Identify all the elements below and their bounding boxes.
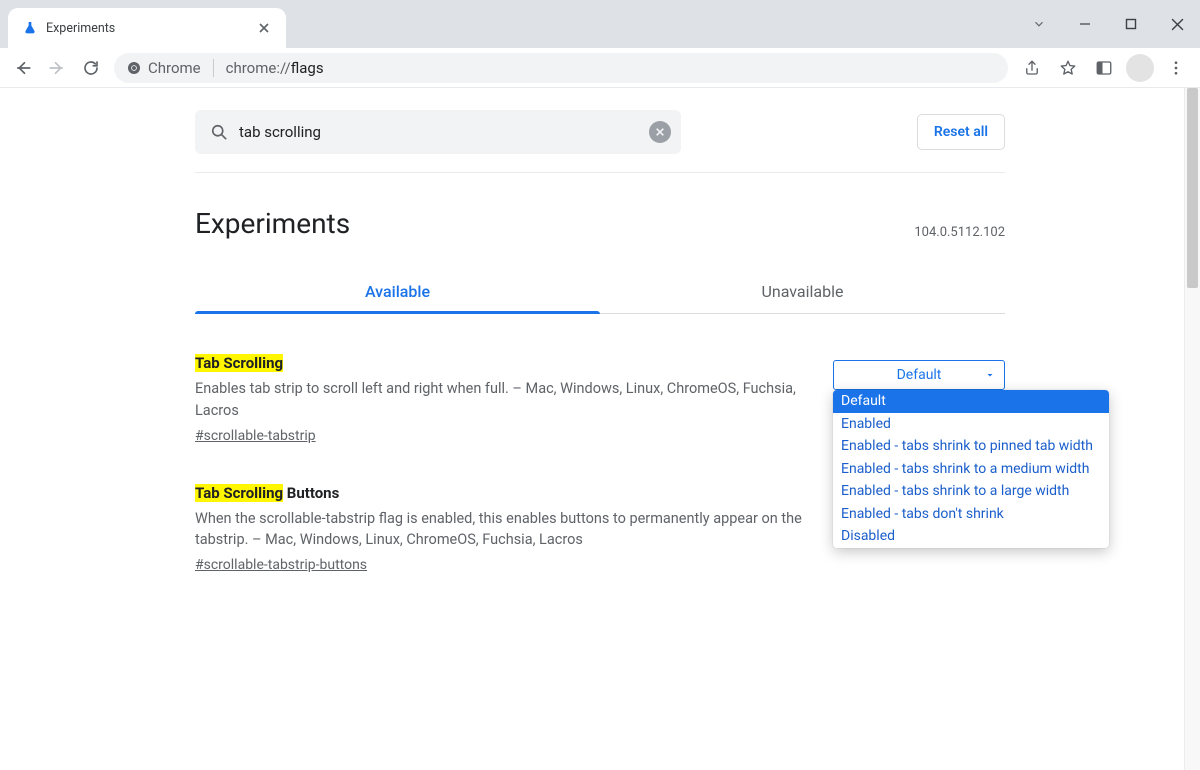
chevron-down-icon (984, 369, 996, 381)
browser-toolbar: Chrome chrome://flags (0, 48, 1200, 88)
search-icon (209, 122, 229, 142)
bookmark-star-icon[interactable] (1050, 51, 1086, 85)
flag-entry: Tab Scrolling Enables tab strip to scrol… (195, 354, 1005, 444)
search-row: tab scrolling Reset all (195, 104, 1005, 173)
site-chip: Chrome (126, 59, 214, 77)
select-dropdown: Default Enabled Enabled - tabs shrink to… (833, 390, 1109, 548)
clear-search-icon[interactable] (649, 121, 671, 143)
tab-title: Experiments (46, 21, 256, 36)
page-viewport: tab scrolling Reset all Experiments 104.… (0, 88, 1200, 770)
share-icon[interactable] (1014, 51, 1050, 85)
close-window-button[interactable] (1154, 6, 1200, 42)
dropdown-option[interactable]: Disabled (833, 525, 1109, 548)
address-bar[interactable]: Chrome chrome://flags (114, 53, 1008, 83)
flag-description: When the scrollable-tabstrip flag is ena… (195, 508, 805, 552)
minimize-button[interactable] (1062, 6, 1108, 42)
flag-id-link[interactable]: #scrollable-tabstrip-buttons (195, 557, 805, 573)
tab-available[interactable]: Available (195, 268, 600, 313)
select-value: Default (897, 367, 942, 383)
flag-id-link[interactable]: #scrollable-tabstrip (195, 428, 805, 444)
search-value: tab scrolling (239, 123, 639, 141)
side-panel-icon[interactable] (1086, 51, 1122, 85)
browser-tab[interactable]: Experiments (8, 8, 286, 48)
url-text: chrome://flags (214, 59, 324, 77)
version-label: 104.0.5112.102 (914, 225, 1005, 240)
browser-titlebar: Experiments (0, 0, 1200, 48)
dropdown-option[interactable]: Enabled - tabs shrink to a large width (833, 480, 1109, 503)
dropdown-option[interactable]: Enabled - tabs shrink to a medium width (833, 458, 1109, 481)
maximize-button[interactable] (1108, 6, 1154, 42)
dropdown-option[interactable]: Enabled (833, 413, 1109, 436)
flag-state-select[interactable]: Default (833, 360, 1005, 390)
chevron-down-icon[interactable] (1016, 6, 1062, 42)
dropdown-option[interactable]: Enabled - tabs don't shrink (833, 503, 1109, 526)
kebab-menu-icon[interactable] (1158, 51, 1194, 85)
page-title: Experiments (195, 207, 350, 240)
forward-button[interactable] (40, 51, 74, 85)
reload-button[interactable] (74, 51, 108, 85)
flask-icon (22, 20, 38, 36)
scrollbar[interactable] (1184, 88, 1200, 770)
back-button[interactable] (6, 51, 40, 85)
tabs: Available Unavailable (195, 268, 1005, 314)
close-tab-icon[interactable] (256, 20, 272, 36)
profile-avatar[interactable] (1126, 54, 1154, 82)
tab-unavailable[interactable]: Unavailable (600, 268, 1005, 313)
site-chip-label: Chrome (148, 59, 201, 77)
dropdown-option[interactable]: Enabled - tabs shrink to pinned tab widt… (833, 435, 1109, 458)
flag-description: Enables tab strip to scroll left and rig… (195, 378, 805, 422)
chrome-icon (126, 60, 142, 76)
dropdown-option[interactable]: Default (833, 390, 1109, 413)
flag-title: Tab Scrolling Buttons (195, 484, 805, 502)
window-controls (1016, 0, 1200, 48)
flags-search-input[interactable]: tab scrolling (195, 110, 681, 154)
scrollbar-thumb[interactable] (1187, 88, 1198, 288)
flag-title: Tab Scrolling (195, 354, 805, 372)
reset-all-label: Reset all (934, 124, 988, 140)
reset-all-button[interactable]: Reset all (917, 114, 1005, 150)
